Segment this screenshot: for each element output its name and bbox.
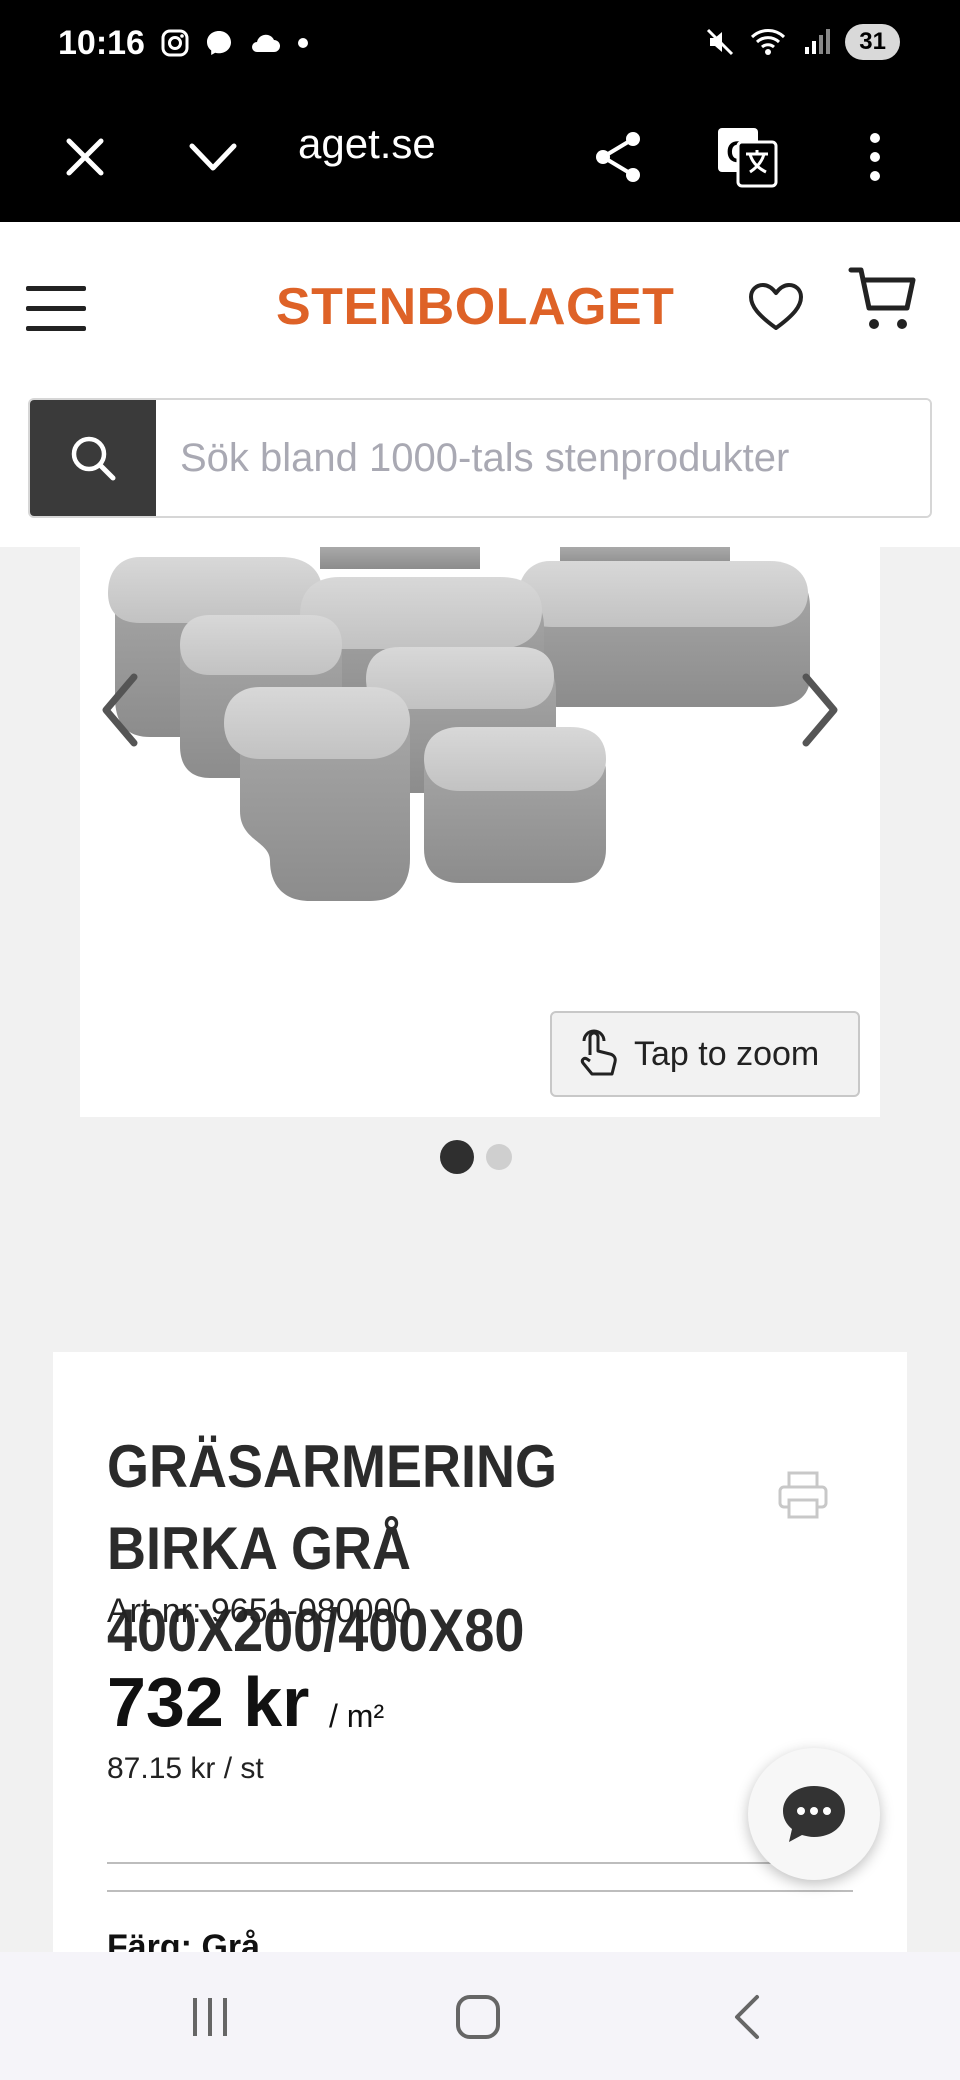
battery-icon: 31 (845, 24, 900, 60)
divider (107, 1862, 853, 1864)
search-icon (71, 436, 116, 481)
browser-toolbar: aget.se G (0, 92, 960, 222)
recent-apps-icon (193, 1998, 227, 2036)
touch-icon (580, 1029, 617, 1076)
system-icons: 31 (705, 24, 900, 60)
home-icon (456, 1995, 500, 2039)
cart-button[interactable] (848, 264, 918, 341)
chat-button[interactable] (748, 1748, 880, 1880)
search-input[interactable] (156, 400, 930, 516)
close-icon (66, 138, 104, 176)
messenger-icon (207, 31, 231, 55)
url-text[interactable]: aget.se (298, 120, 436, 168)
menu-line (26, 306, 86, 311)
wifi-icon (751, 29, 786, 55)
share-button[interactable] (584, 122, 654, 192)
wishlist-button[interactable] (748, 282, 804, 337)
share-icon (596, 132, 640, 182)
price-unit: / m² (329, 1698, 385, 1734)
chevron-left-icon (102, 673, 138, 747)
gallery-pagination (440, 1140, 512, 1174)
notification-icons (160, 28, 310, 58)
print-button[interactable] (777, 1470, 829, 1525)
product-title: GRÄSARMERING BIRKA GRÅ 400X200/400X80 (107, 1433, 558, 1664)
signal-icon (805, 29, 831, 54)
page: 10:16 31 aget.se G (0, 0, 960, 2080)
close-tab-button[interactable] (50, 122, 120, 192)
mute-icon (707, 28, 734, 56)
price-per-piece: 87.15 kr / st (107, 1752, 264, 1785)
instagram-icon (161, 29, 189, 57)
chat-icon (783, 1786, 845, 1842)
more-options-button[interactable] (840, 122, 910, 192)
pagination-dot-active[interactable] (440, 1140, 474, 1174)
zoom-label: Tap to zoom (634, 1034, 820, 1073)
previous-image-button[interactable] (90, 665, 150, 755)
product-gallery[interactable]: Tap to zoom (80, 547, 880, 1117)
product-image (108, 547, 810, 901)
chevron-right-icon (802, 673, 838, 747)
translate-button[interactable]: G (712, 122, 782, 192)
translate-icon: G (718, 128, 778, 188)
menu-line (26, 286, 86, 291)
product-price: 732 kr (107, 1663, 310, 1741)
android-nav-bar (0, 1952, 960, 2080)
site-header: STENBOLAGET (0, 222, 960, 547)
recent-apps-button[interactable] (170, 1982, 250, 2052)
back-button[interactable] (706, 1982, 786, 2052)
menu-button[interactable] (26, 286, 86, 332)
cloud-icon (252, 34, 280, 52)
home-button[interactable] (438, 1982, 518, 2052)
divider (107, 1890, 853, 1892)
dot-icon (298, 38, 308, 48)
tap-to-zoom-button[interactable]: Tap to zoom (550, 1011, 860, 1097)
minimize-button[interactable] (178, 122, 248, 192)
status-bar: 10:16 31 (0, 0, 960, 92)
pagination-dot[interactable] (486, 1144, 512, 1170)
cart-icon (848, 267, 916, 329)
search-button[interactable] (30, 400, 156, 516)
next-image-button[interactable] (790, 665, 850, 755)
print-icon (778, 1471, 828, 1519)
article-number: Art-nr: 9651-080000 (107, 1592, 412, 1630)
chevron-down-icon (189, 143, 237, 171)
search-bar (28, 398, 932, 518)
site-logo[interactable]: STENBOLAGET (276, 277, 674, 337)
status-time: 10:16 (58, 24, 145, 62)
heart-icon (749, 283, 803, 330)
more-icon (870, 133, 880, 181)
menu-line (26, 326, 86, 331)
back-icon (735, 1995, 759, 2039)
